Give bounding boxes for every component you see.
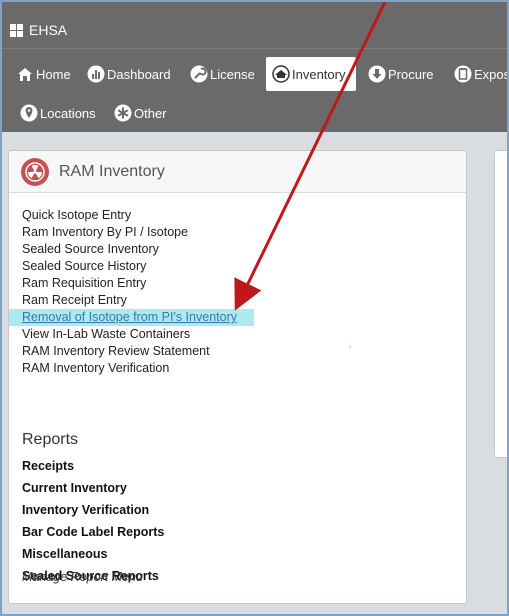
app-window: EHSA Home Dashboard License Inventory Pr…: [0, 0, 509, 616]
nav-locations[interactable]: Locations: [20, 96, 96, 130]
asterisk-icon: [114, 104, 132, 122]
clipboard-icon: [454, 65, 472, 83]
nav-license[interactable]: License: [190, 57, 255, 91]
inventory-icon: [272, 65, 290, 83]
report-miscellaneous[interactable]: Miscellaneous: [22, 543, 164, 565]
panel-title: RAM Inventory: [59, 162, 165, 180]
link-quick-isotope-entry[interactable]: Quick Isotope Entry: [22, 207, 254, 224]
report-inventory-verification[interactable]: Inventory Verification: [22, 499, 164, 521]
link-sealed-source-inventory[interactable]: Sealed Source Inventory: [22, 241, 254, 258]
main-content: RAM Inventory Quick Isotope Entry Ram In…: [2, 132, 507, 614]
app-title: EHSA: [29, 22, 68, 38]
download-icon: [368, 65, 386, 83]
link-sealed-source-history[interactable]: Sealed Source History: [22, 258, 254, 275]
cursor-dot: [349, 346, 351, 348]
nav-other[interactable]: Other: [114, 96, 167, 130]
nav-procure[interactable]: Procure: [368, 57, 434, 91]
nav-locations-label: Locations: [40, 105, 96, 121]
nav-inventory[interactable]: Inventory: [266, 57, 356, 91]
home-icon: [16, 65, 34, 83]
nav-exposure-label: Expos: [474, 66, 509, 82]
nav-exposure[interactable]: Expos: [454, 57, 509, 91]
radiation-icon: [21, 157, 49, 186]
link-review-statement[interactable]: RAM Inventory Review Statement: [22, 343, 254, 360]
ram-inventory-panel: RAM Inventory Quick Isotope Entry Ram In…: [8, 150, 467, 604]
nav-procure-label: Procure: [388, 66, 434, 82]
manage-report-menu-link[interactable]: Manage Report Menu: [22, 570, 143, 584]
nav-other-label: Other: [134, 105, 167, 121]
nav-home[interactable]: Home: [16, 57, 71, 91]
reports-list: Receipts Current Inventory Inventory Ver…: [22, 455, 164, 587]
link-view-waste-containers[interactable]: View In-Lab Waste Containers: [22, 326, 254, 343]
link-inventory-verification[interactable]: RAM Inventory Verification: [22, 360, 254, 377]
link-ram-requisition-entry[interactable]: Ram Requisition Entry: [22, 275, 254, 292]
report-current-inventory[interactable]: Current Inventory: [22, 477, 164, 499]
link-ram-receipt-entry[interactable]: Ram Receipt Entry: [22, 292, 254, 309]
nav-dashboard[interactable]: Dashboard: [87, 57, 171, 91]
app-brand[interactable]: EHSA: [10, 20, 67, 40]
app-grid-icon: [10, 23, 23, 37]
panel-header: RAM Inventory: [9, 151, 466, 193]
nav-inventory-label: Inventory: [292, 66, 346, 82]
dashboard-icon: [87, 65, 105, 83]
wrench-icon: [190, 65, 208, 83]
location-pin-icon: [20, 104, 38, 122]
report-receipts[interactable]: Receipts: [22, 455, 164, 477]
inventory-links: Quick Isotope Entry Ram Inventory By PI …: [9, 207, 254, 377]
nav-license-label: License: [210, 66, 255, 82]
report-bar-code-labels[interactable]: Bar Code Label Reports: [22, 521, 164, 543]
top-navigation-bar: EHSA Home Dashboard License Inventory Pr…: [2, 2, 507, 132]
nav-dashboard-label: Dashboard: [107, 66, 171, 82]
link-removal-of-isotope[interactable]: Removal of Isotope from PI's Inventory: [9, 309, 254, 326]
header-divider: [2, 48, 507, 49]
secondary-panel: [494, 150, 507, 458]
link-ram-inventory-by-pi[interactable]: Ram Inventory By PI / Isotope: [22, 224, 254, 241]
nav-home-label: Home: [36, 66, 71, 82]
reports-heading: Reports: [22, 431, 79, 448]
